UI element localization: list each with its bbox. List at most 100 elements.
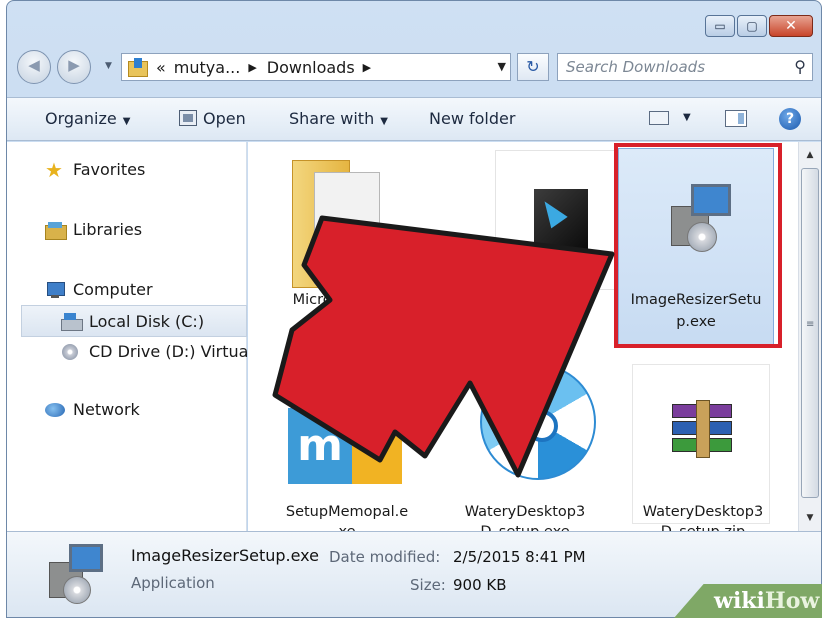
folder-document bbox=[314, 172, 380, 284]
detail-date-label: Date modified: bbox=[329, 548, 441, 566]
watermark-wiki: wiki bbox=[714, 588, 765, 614]
address-row: ◀ ▶ ▼ « mutya... ▶ Downloads ▶ ▼ ↻ Searc… bbox=[17, 47, 813, 87]
file-caption: WateryDesktop3 bbox=[642, 504, 764, 520]
close-icon: ✕ bbox=[785, 18, 797, 34]
watermark-how: How bbox=[764, 588, 820, 614]
folder-icon[interactable] bbox=[292, 154, 382, 288]
recent-pages-dropdown[interactable]: ▼ bbox=[105, 61, 112, 71]
forward-button[interactable]: ▶ bbox=[57, 50, 91, 84]
minimize-button[interactable]: ▭ bbox=[705, 15, 735, 37]
nav-item-computer[interactable]: Computer bbox=[45, 280, 153, 299]
refresh-icon: ↻ bbox=[526, 57, 540, 76]
search-icon[interactable]: ⚲ bbox=[794, 54, 806, 80]
memopal-front: m bbox=[288, 408, 352, 484]
detail-file-type: Application bbox=[131, 574, 215, 592]
downloads-folder-icon bbox=[128, 58, 150, 77]
scroll-up-icon[interactable]: ▲ bbox=[801, 146, 819, 164]
archive-book bbox=[672, 421, 732, 435]
highlight-box bbox=[614, 143, 782, 348]
address-bar[interactable]: « mutya... ▶ Downloads ▶ ▼ bbox=[121, 53, 511, 81]
scroll-down-icon[interactable]: ▼ bbox=[801, 509, 819, 527]
crumb-user[interactable]: mutya... bbox=[174, 58, 241, 77]
refresh-button[interactable]: ↻ bbox=[517, 53, 549, 81]
crumb-overflow[interactable]: « bbox=[156, 58, 166, 77]
file-caption: SetupMemopal.e bbox=[285, 504, 409, 520]
installer-disc bbox=[63, 576, 91, 604]
nav-item-libraries[interactable]: Libraries bbox=[45, 220, 143, 240]
scroll-thumb[interactable]: ≡ bbox=[801, 168, 819, 498]
detail-date-value: 2/5/2015 8:41 PM bbox=[453, 548, 586, 566]
file-caption: WateryDesktop3 bbox=[464, 504, 586, 520]
file-caption: 2007 W bbox=[309, 312, 365, 328]
detail-size-value: 900 KB bbox=[453, 576, 507, 594]
chevron-down-icon: ▼ bbox=[380, 116, 388, 127]
file-list: MicroSoft Of 2007 W ImageResizerSetu p.e… bbox=[248, 142, 800, 531]
memopal-side bbox=[352, 408, 402, 484]
back-button[interactable]: ◀ bbox=[17, 50, 51, 84]
memopal-top bbox=[290, 368, 402, 408]
archive-icon[interactable] bbox=[672, 400, 732, 458]
nav-label-cd-drive: CD Drive (D:) Virtual bbox=[89, 342, 253, 361]
network-icon bbox=[45, 401, 65, 419]
watery-desktop-icon[interactable] bbox=[480, 364, 596, 480]
open-button[interactable]: Open bbox=[179, 109, 246, 128]
cursor-cube-icon bbox=[534, 189, 588, 249]
nav-label-libraries: Libraries bbox=[73, 220, 143, 239]
star-icon: ★ bbox=[45, 157, 63, 182]
cd-drive-icon bbox=[61, 343, 81, 361]
nav-label-computer: Computer bbox=[73, 280, 153, 299]
memopal-icon[interactable]: m bbox=[288, 368, 406, 486]
back-arrow-icon: ◀ bbox=[28, 56, 40, 74]
nav-item-cd-drive[interactable]: CD Drive (D:) Virtual bbox=[61, 342, 253, 361]
archive-book bbox=[672, 404, 732, 418]
command-bar: Organize ▼ Open Share with ▼ New folder ▼ … bbox=[7, 97, 821, 141]
app-icon[interactable] bbox=[495, 150, 617, 290]
address-dropdown-icon[interactable]: ▼ bbox=[498, 60, 506, 73]
grip-icon: ≡ bbox=[806, 319, 815, 330]
computer-icon bbox=[45, 281, 65, 299]
forward-arrow-icon: ▶ bbox=[68, 56, 80, 74]
new-folder-label: New folder bbox=[429, 109, 516, 128]
detail-file-name: ImageResizerSetup.exe bbox=[131, 546, 319, 565]
archive-book bbox=[672, 438, 732, 452]
minimize-icon: ▭ bbox=[714, 19, 726, 33]
share-with-menu[interactable]: Share with ▼ bbox=[289, 109, 388, 128]
file-caption: xe bbox=[272, 522, 422, 531]
nav-label-local-disk: Local Disk (C:) bbox=[89, 312, 205, 331]
libraries-icon bbox=[45, 221, 67, 240]
detail-size-label: Size: bbox=[410, 576, 446, 594]
setup-icon bbox=[43, 544, 105, 606]
file-caption: D_setup.exe bbox=[450, 522, 600, 531]
search-input[interactable]: Search Downloads ⚲ bbox=[557, 53, 813, 81]
nav-item-network[interactable]: Network bbox=[45, 400, 140, 419]
chevron-down-icon[interactable]: ▼ bbox=[683, 112, 691, 123]
preview-pane-icon[interactable] bbox=[725, 110, 747, 127]
help-icon[interactable]: ? bbox=[779, 108, 801, 130]
nav-label-network: Network bbox=[73, 400, 140, 419]
file-caption: MicroSoft Of bbox=[292, 292, 382, 308]
chevron-down-icon: ▼ bbox=[122, 116, 131, 127]
new-folder-button[interactable]: New folder bbox=[429, 109, 515, 128]
change-view-icon[interactable] bbox=[649, 111, 669, 125]
organize-label: Organize bbox=[45, 109, 117, 128]
open-label: Open bbox=[203, 109, 246, 128]
crumb-separator-icon[interactable]: ▶ bbox=[248, 61, 256, 74]
caption-buttons: ▭ ▢ ✕ bbox=[705, 15, 813, 37]
maximize-icon: ▢ bbox=[746, 19, 758, 33]
organize-menu[interactable]: Organize ▼ bbox=[45, 109, 130, 128]
explorer-window: ▭ ▢ ✕ ◀ ▶ ▼ « mutya... ▶ Downloads ▶ ▼ ↻… bbox=[6, 0, 822, 618]
crumb-separator-icon[interactable]: ▶ bbox=[363, 61, 371, 74]
search-placeholder: Search Downloads bbox=[566, 58, 706, 76]
share-with-label: Share with bbox=[289, 109, 375, 128]
installer-monitor bbox=[69, 544, 103, 572]
nav-item-local-disk[interactable]: Local Disk (C:) bbox=[61, 312, 204, 331]
maximize-button[interactable]: ▢ bbox=[737, 15, 767, 37]
file-caption: D_setup.zip bbox=[628, 522, 778, 531]
nav-item-favorites[interactable]: ★ Favorites bbox=[45, 157, 146, 182]
nav-label-favorites: Favorites bbox=[73, 160, 146, 179]
open-icon bbox=[179, 110, 197, 126]
close-button[interactable]: ✕ bbox=[769, 15, 813, 37]
vertical-scrollbar[interactable]: ▲ ≡ ▼ bbox=[798, 142, 821, 531]
hard-disk-icon bbox=[61, 312, 83, 331]
crumb-downloads[interactable]: Downloads bbox=[267, 58, 355, 77]
